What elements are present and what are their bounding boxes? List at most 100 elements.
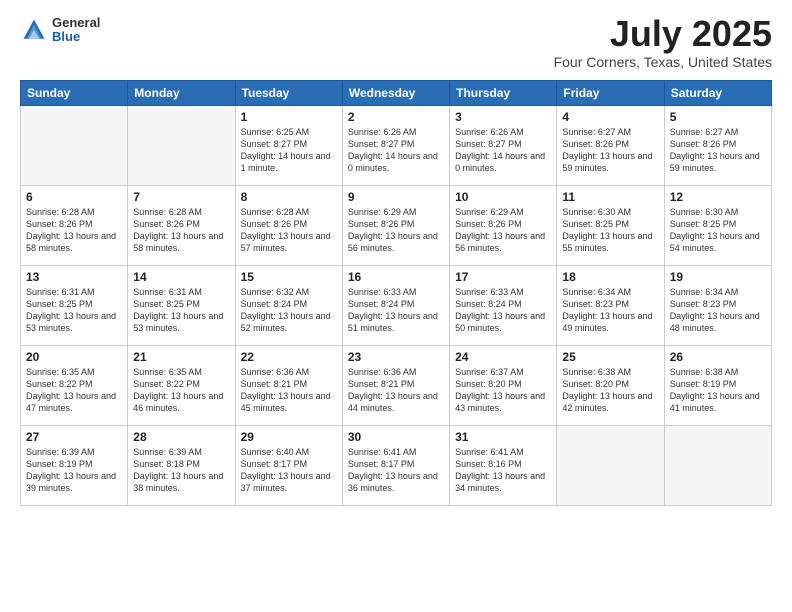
logo: General Blue [20,16,100,45]
weekday-header-row: SundayMondayTuesdayWednesdayThursdayFrid… [21,81,772,106]
day-info: Sunrise: 6:34 AM Sunset: 8:23 PM Dayligh… [562,286,658,335]
calendar-cell: 2 Sunrise: 6:26 AM Sunset: 8:27 PM Daylig… [342,106,449,186]
day-info: Sunrise: 6:26 AM Sunset: 8:27 PM Dayligh… [348,126,444,175]
day-number: 28 [133,430,229,444]
calendar-cell: 26 Sunrise: 6:38 AM Sunset: 8:19 PM Dayli… [664,346,771,426]
day-number: 17 [455,270,551,284]
day-info: Sunrise: 6:28 AM Sunset: 8:26 PM Dayligh… [241,206,337,255]
day-info: Sunrise: 6:30 AM Sunset: 8:25 PM Dayligh… [670,206,766,255]
month-year-title: July 2025 [554,16,772,52]
calendar-cell: 13Sunrise: 6:31 AM Sunset: 8:25 PM Dayli… [21,266,128,346]
day-info: Sunrise: 6:33 AM Sunset: 8:24 PM Dayligh… [455,286,551,335]
calendar-cell: 24 Sunrise: 6:37 AM Sunset: 8:20 PM Dayli… [450,346,557,426]
day-info: Sunrise: 6:35 AM Sunset: 8:22 PM Dayligh… [26,366,122,415]
logo-text: General Blue [52,16,100,45]
day-info: Sunrise: 6:35 AM Sunset: 8:22 PM Dayligh… [133,366,229,415]
calendar-cell: 11 Sunrise: 6:30 AM Sunset: 8:25 PM Dayli… [557,186,664,266]
weekday-header-friday: Friday [557,81,664,106]
day-info: Sunrise: 6:29 AM Sunset: 8:26 PM Dayligh… [348,206,444,255]
day-info: Sunrise: 6:28 AM Sunset: 8:26 PM Dayligh… [133,206,229,255]
calendar-cell: 10 Sunrise: 6:29 AM Sunset: 8:26 PM Dayli… [450,186,557,266]
day-info: Sunrise: 6:27 AM Sunset: 8:26 PM Dayligh… [670,126,766,175]
calendar-header: SundayMondayTuesdayWednesdayThursdayFrid… [21,81,772,106]
calendar-week-4: 20 Sunrise: 6:35 AM Sunset: 8:22 PM Dayli… [21,346,772,426]
day-info: Sunrise: 6:33 AM Sunset: 8:24 PM Dayligh… [348,286,444,335]
calendar-cell: 14Sunrise: 6:31 AM Sunset: 8:25 PM Dayli… [128,266,235,346]
calendar-table: SundayMondayTuesdayWednesdayThursdayFrid… [20,80,772,506]
day-number: 26 [670,350,766,364]
calendar-cell: 21Sunrise: 6:35 AM Sunset: 8:22 PM Dayli… [128,346,235,426]
calendar-cell: 17 Sunrise: 6:33 AM Sunset: 8:24 PM Dayli… [450,266,557,346]
logo-icon [20,16,48,44]
calendar-cell: 4 Sunrise: 6:27 AM Sunset: 8:26 PM Daylig… [557,106,664,186]
logo-general: General [52,16,100,30]
calendar-week-5: 27Sunrise: 6:39 AM Sunset: 8:19 PM Dayli… [21,426,772,506]
calendar-cell: 7 Sunrise: 6:28 AM Sunset: 8:26 PM Daylig… [128,186,235,266]
calendar-cell: 3Sunrise: 6:26 AM Sunset: 8:27 PM Daylig… [450,106,557,186]
calendar-cell: 9 Sunrise: 6:29 AM Sunset: 8:26 PM Daylig… [342,186,449,266]
calendar-cell: 16 Sunrise: 6:33 AM Sunset: 8:24 PM Dayli… [342,266,449,346]
weekday-header-saturday: Saturday [664,81,771,106]
day-info: Sunrise: 6:32 AM Sunset: 8:24 PM Dayligh… [241,286,337,335]
calendar-cell [128,106,235,186]
day-number: 24 [455,350,551,364]
weekday-header-monday: Monday [128,81,235,106]
day-info: Sunrise: 6:41 AM Sunset: 8:17 PM Dayligh… [348,446,444,495]
day-number: 11 [562,190,658,204]
day-info: Sunrise: 6:36 AM Sunset: 8:21 PM Dayligh… [348,366,444,415]
calendar-week-3: 13 Sunrise: 6:31 AM Sunset: 8:25 PM Dayli… [21,266,772,346]
calendar-cell: 8Sunrise: 6:28 AM Sunset: 8:26 PM Daylig… [235,186,342,266]
calendar-cell: 30 Sunrise: 6:41 AM Sunset: 8:17 PM Dayli… [342,426,449,506]
day-info: Sunrise: 6:39 AM Sunset: 8:19 PM Dayligh… [26,446,122,495]
day-number: 20 [26,350,122,364]
calendar-cell [557,426,664,506]
calendar-cell: 28 Sunrise: 6:39 AM Sunset: 8:18 PM Dayli… [128,426,235,506]
day-info: Sunrise: 6:30 AM Sunset: 8:25 PM Dayligh… [562,206,658,255]
calendar-week-2: 6 Sunrise: 6:28 AM Sunset: 8:26 PM Daylig… [21,186,772,266]
calendar-cell: 23 Sunrise: 6:36 AM Sunset: 8:21 PM Dayli… [342,346,449,426]
day-number: 31 [455,430,551,444]
day-number: 10 [455,190,551,204]
day-info: Sunrise: 6:28 AM Sunset: 8:26 PM Dayligh… [26,206,122,255]
weekday-header-sunday: Sunday [21,81,128,106]
calendar-cell: 19Sunrise: 6:34 AM Sunset: 8:23 PM Dayli… [664,266,771,346]
day-number: 6 [26,190,122,204]
calendar-cell: 20 Sunrise: 6:35 AM Sunset: 8:22 PM Dayli… [21,346,128,426]
logo-blue: Blue [52,30,100,44]
day-info: Sunrise: 6:29 AM Sunset: 8:26 PM Dayligh… [455,206,551,255]
day-number: 22 [241,350,337,364]
day-number: 7 [133,190,229,204]
day-number: 30 [348,430,444,444]
page: General Blue July 2025 Four Corners, Tex… [0,0,792,612]
day-number: 16 [348,270,444,284]
day-number: 2 [348,110,444,124]
day-number: 3 [455,110,551,124]
header: General Blue July 2025 Four Corners, Tex… [20,16,772,70]
day-info: Sunrise: 6:31 AM Sunset: 8:25 PM Dayligh… [133,286,229,335]
calendar-cell: 29Sunrise: 6:40 AM Sunset: 8:17 PM Dayli… [235,426,342,506]
calendar-cell: 6 Sunrise: 6:28 AM Sunset: 8:26 PM Daylig… [21,186,128,266]
day-number: 1 [241,110,337,124]
calendar-body: 1Sunrise: 6:25 AM Sunset: 8:27 PM Daylig… [21,106,772,506]
calendar-cell: 12 Sunrise: 6:30 AM Sunset: 8:25 PM Dayli… [664,186,771,266]
calendar-cell [21,106,128,186]
day-info: Sunrise: 6:38 AM Sunset: 8:19 PM Dayligh… [670,366,766,415]
day-number: 9 [348,190,444,204]
calendar-week-1: 1Sunrise: 6:25 AM Sunset: 8:27 PM Daylig… [21,106,772,186]
weekday-header-wednesday: Wednesday [342,81,449,106]
day-info: Sunrise: 6:27 AM Sunset: 8:26 PM Dayligh… [562,126,658,175]
day-number: 29 [241,430,337,444]
day-info: Sunrise: 6:37 AM Sunset: 8:20 PM Dayligh… [455,366,551,415]
day-number: 23 [348,350,444,364]
day-info: Sunrise: 6:39 AM Sunset: 8:18 PM Dayligh… [133,446,229,495]
day-number: 13 [26,270,122,284]
day-number: 19 [670,270,766,284]
day-number: 12 [670,190,766,204]
weekday-header-thursday: Thursday [450,81,557,106]
calendar-cell: 31Sunrise: 6:41 AM Sunset: 8:16 PM Dayli… [450,426,557,506]
location-subtitle: Four Corners, Texas, United States [554,54,772,70]
day-number: 4 [562,110,658,124]
calendar-cell: 15Sunrise: 6:32 AM Sunset: 8:24 PM Dayli… [235,266,342,346]
day-info: Sunrise: 6:38 AM Sunset: 8:20 PM Dayligh… [562,366,658,415]
calendar-cell [664,426,771,506]
